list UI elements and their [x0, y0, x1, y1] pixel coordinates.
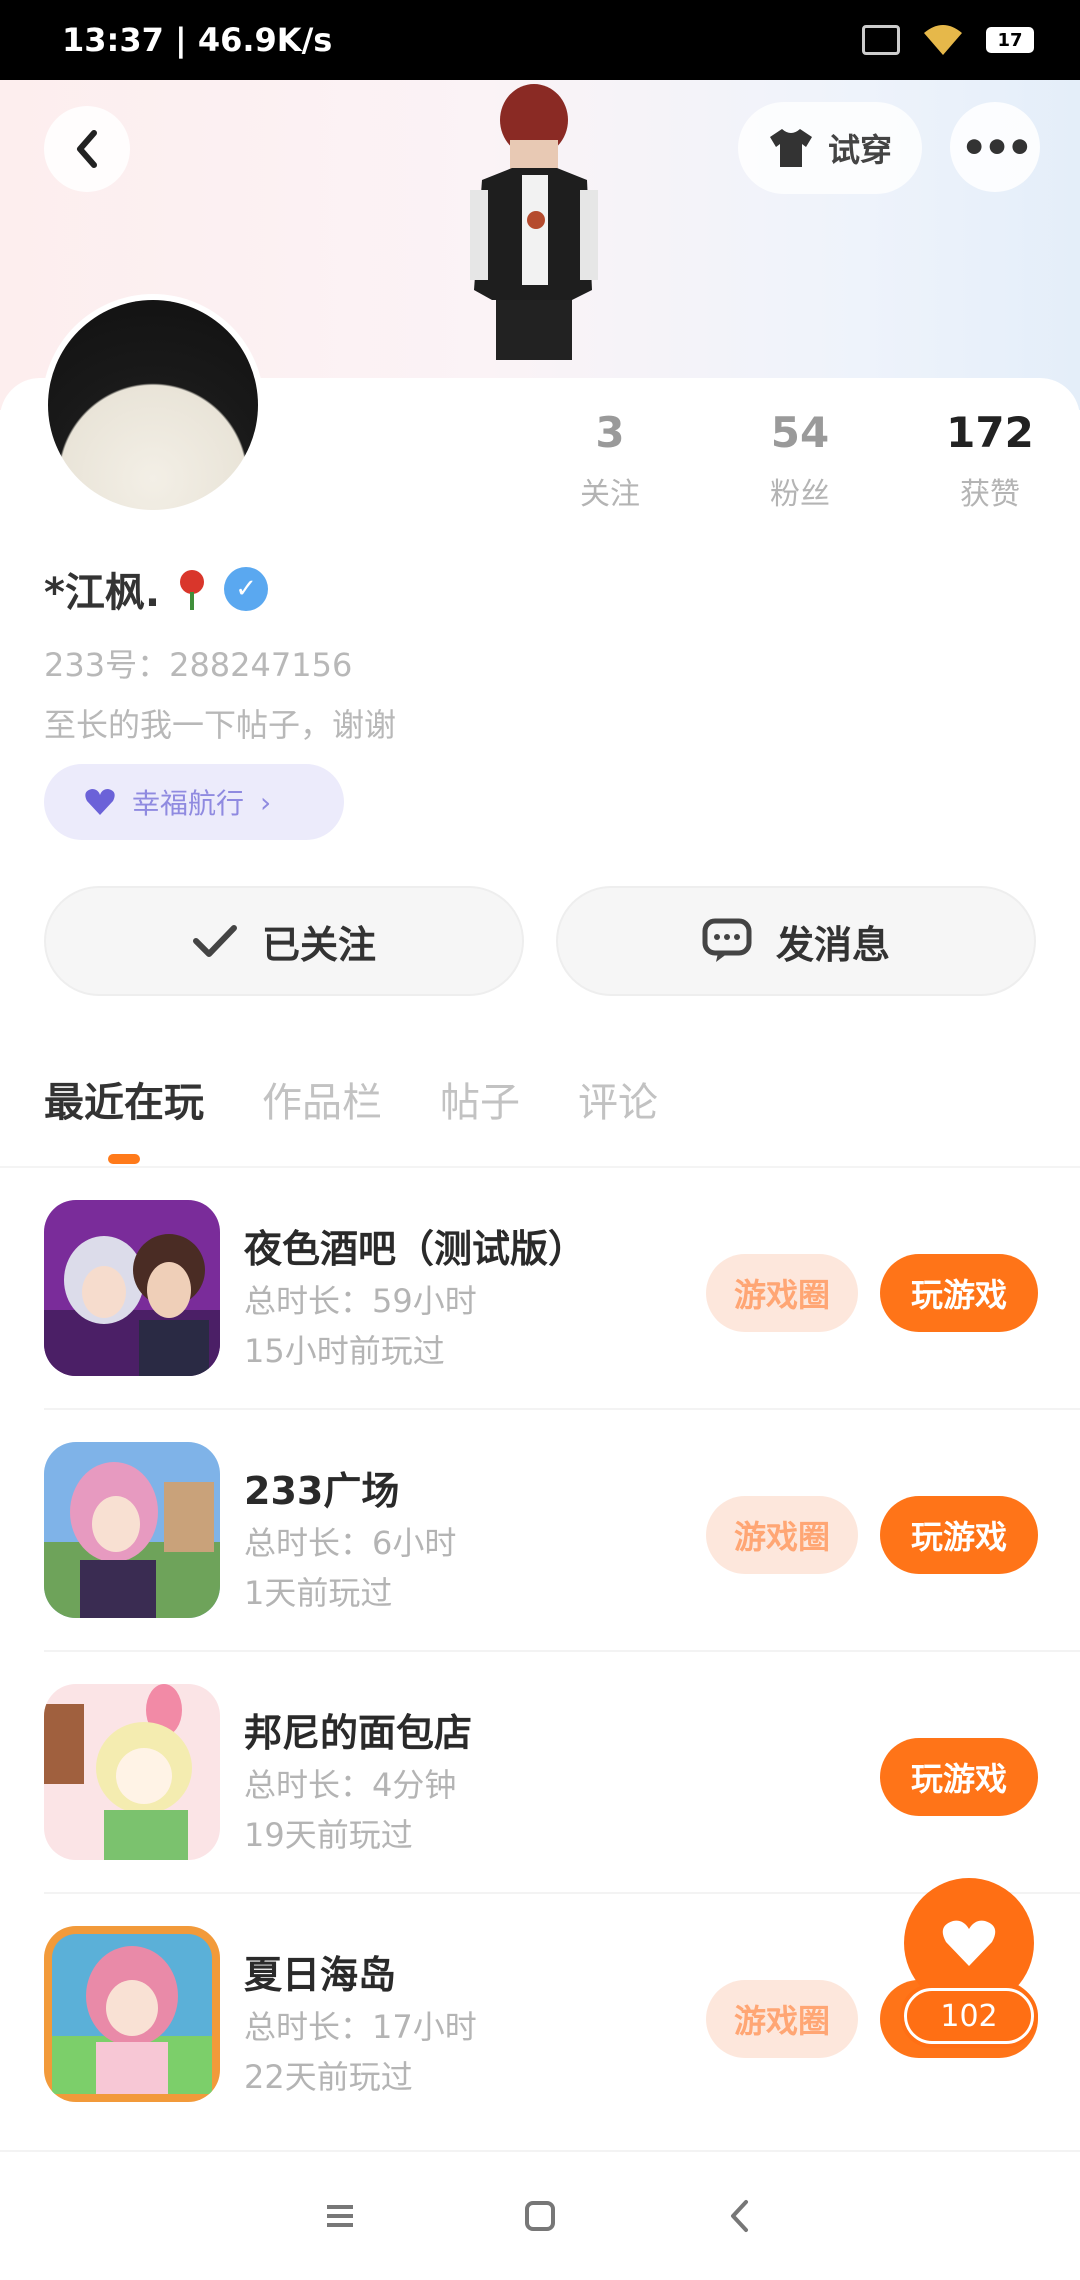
game-name: 邦尼的面包店	[244, 1711, 473, 1755]
game-last-played: 19天前玩过	[244, 1816, 413, 1854]
battery-level: 17	[997, 29, 1023, 51]
followed-label: 已关注	[261, 922, 376, 967]
tab-works[interactable]: 作品栏	[262, 1070, 382, 1128]
home-square-icon	[525, 2201, 555, 2231]
play-game-button[interactable]: 玩游戏	[880, 1254, 1038, 1332]
game-icon-night-bar[interactable]	[44, 1200, 220, 1376]
tag-chip[interactable]: 幸福航行 ›	[44, 764, 344, 840]
wifi-icon	[922, 23, 964, 57]
like-count-badge: 102	[904, 1988, 1034, 2044]
more-dots-icon: •••	[960, 122, 1034, 172]
divider	[44, 1650, 1080, 1652]
send-message-button[interactable]: 发消息	[556, 886, 1036, 996]
game-circle-button[interactable]: 游戏圈	[706, 1496, 858, 1574]
stat-following[interactable]: 3 关注	[540, 408, 680, 513]
game-duration: 总时长：4分钟	[244, 1766, 457, 1804]
rose-icon	[180, 570, 205, 610]
game-duration: 总时长：59小时	[244, 1282, 477, 1320]
chat-bubble-icon	[702, 918, 752, 962]
chevron-left-icon	[77, 130, 97, 168]
status-icons: 17	[862, 23, 1034, 57]
play-game-button[interactable]: 玩游戏	[880, 1496, 1038, 1574]
avatar[interactable]	[48, 300, 258, 510]
back-arrow-icon	[731, 2200, 748, 2232]
game-name: 夜色酒吧（测试版）	[244, 1227, 587, 1271]
heart-tag-icon	[85, 789, 115, 815]
battery-icon: 17	[986, 27, 1034, 53]
divider	[44, 1408, 1080, 1410]
home-button[interactable]	[510, 2186, 570, 2246]
game-circle-button[interactable]: 游戏圈	[706, 1254, 858, 1332]
tab-comments[interactable]: 评论	[578, 1070, 658, 1128]
shirt-icon	[769, 129, 812, 167]
stat-followers-label: 粉丝	[770, 477, 830, 512]
game-last-played: 1天前玩过	[244, 1574, 393, 1612]
system-nav-bar	[0, 2150, 1080, 2280]
game-row[interactable]: 夜色酒吧（测试版） 总时长：59小时 15小时前玩过 游戏圈 玩游戏	[0, 1200, 1080, 1410]
stat-likes[interactable]: 172 获赞	[920, 408, 1060, 513]
check-icon	[192, 925, 237, 957]
stat-followers[interactable]: 54 粉丝	[730, 408, 870, 513]
game-last-played: 22天前玩过	[244, 2058, 413, 2096]
chevron-right-icon: ›	[260, 785, 272, 819]
game-name: 233广场	[244, 1469, 400, 1513]
game-last-played: 15小时前玩过	[244, 1332, 445, 1370]
stat-likes-value: 172	[946, 408, 1034, 457]
divider	[0, 1166, 1080, 1168]
status-bar: 13:37 | 46.9K/s 17	[0, 0, 1080, 80]
game-row[interactable]: 邦尼的面包店 总时长：4分钟 19天前玩过 玩游戏	[0, 1684, 1080, 1894]
profile-tabs: 最近在玩 作品栏 帖子 评论	[44, 1070, 658, 1128]
verified-badge-icon: ✓	[224, 567, 269, 611]
followed-button[interactable]: 已关注	[44, 886, 524, 996]
active-tab-indicator	[108, 1154, 140, 1164]
menu-icon	[327, 2205, 353, 2227]
heart-icon	[942, 1920, 996, 1966]
stat-following-value: 3	[595, 408, 625, 457]
sim-card-icon	[862, 25, 900, 55]
system-back-button[interactable]	[710, 2186, 770, 2246]
send-message-label: 发消息	[775, 922, 890, 967]
user-id: 233号：288247156	[44, 646, 353, 684]
game-icon-233-plaza[interactable]	[44, 1442, 220, 1618]
try-on-button[interactable]: 试穿	[738, 102, 922, 194]
back-button[interactable]	[44, 106, 130, 192]
try-on-label: 试穿	[827, 131, 892, 169]
tag-label: 幸福航行	[132, 787, 245, 820]
username-row: *江枫. ✓	[44, 560, 269, 618]
stat-likes-label: 获赞	[960, 477, 1020, 512]
tab-recently-played[interactable]: 最近在玩	[44, 1070, 204, 1128]
username: *江枫.	[44, 570, 161, 616]
tab-posts[interactable]: 帖子	[440, 1070, 520, 1128]
game-duration: 总时长：17小时	[244, 2008, 477, 2046]
game-row[interactable]: 233广场 总时长：6小时 1天前玩过 游戏圈 玩游戏	[0, 1442, 1080, 1652]
game-name: 夏日海岛	[244, 1953, 397, 1997]
signature: 至长的我一下帖子，谢谢	[44, 706, 397, 744]
stat-followers-value: 54	[770, 408, 830, 457]
stats-row: 3 关注 54 粉丝 172 获赞	[540, 408, 1060, 513]
stat-following-label: 关注	[580, 477, 640, 512]
play-game-button[interactable]: 玩游戏	[880, 1738, 1038, 1816]
game-duration: 总时长：6小时	[244, 1524, 457, 1562]
more-options-button[interactable]: •••	[950, 102, 1040, 192]
game-icon-bunny-bakery[interactable]	[44, 1684, 220, 1860]
recent-apps-button[interactable]	[310, 2186, 370, 2246]
game-circle-button[interactable]: 游戏圈	[706, 1980, 858, 2058]
game-icon-summer-island[interactable]	[44, 1926, 220, 2102]
status-time: 13:37 | 46.9K/s	[62, 21, 333, 59]
avatar-figure-image	[452, 80, 612, 380]
